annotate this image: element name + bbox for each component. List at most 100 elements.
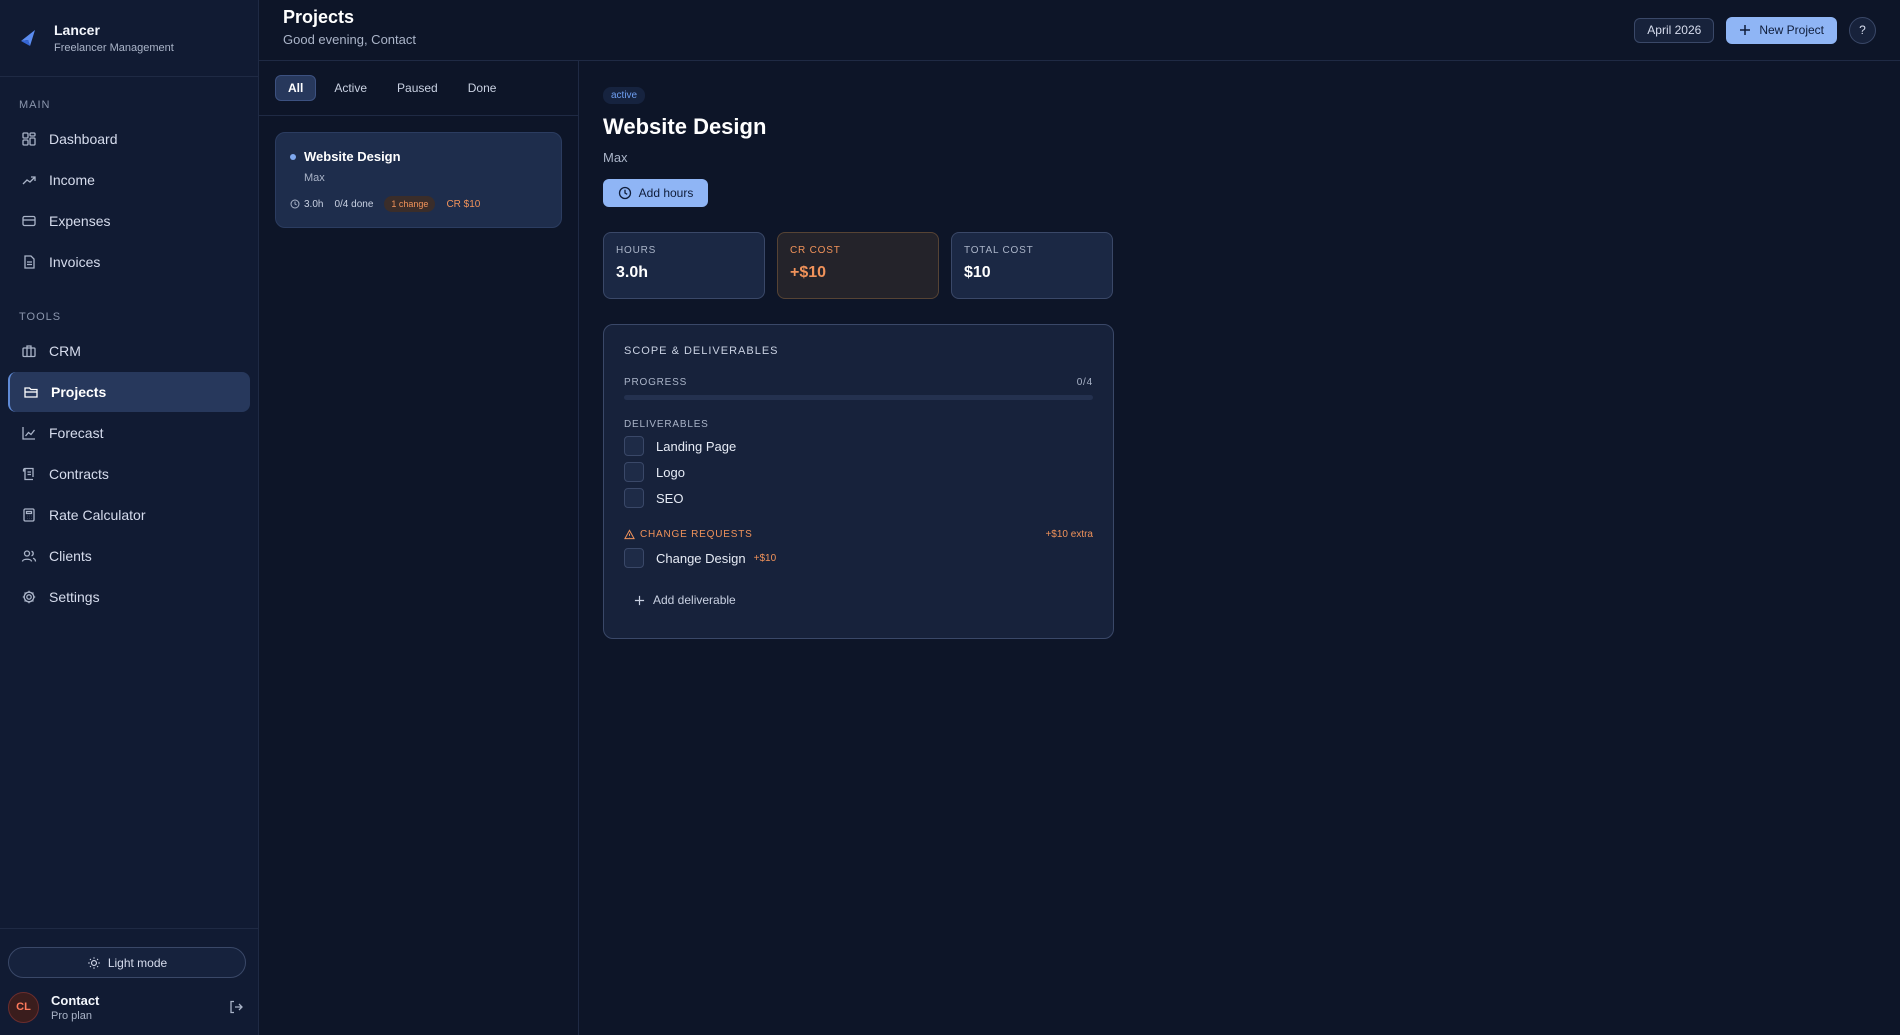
deliverable-item: SEO bbox=[624, 488, 1093, 508]
help-button[interactable]: ? bbox=[1849, 16, 1876, 44]
warning-icon bbox=[624, 529, 635, 540]
sidebar-item-dashboard[interactable]: Dashboard bbox=[8, 119, 250, 159]
tab-active[interactable]: Active bbox=[322, 75, 379, 101]
sidebar-item-label: Expenses bbox=[49, 213, 111, 229]
user-name: Contact bbox=[51, 992, 100, 1008]
topbar: Projects Good evening, Contact April 202… bbox=[259, 0, 1900, 61]
add-hours-button[interactable]: Add hours bbox=[603, 179, 708, 207]
deliverables-label: DELIVERABLES bbox=[624, 419, 709, 430]
gear-icon bbox=[21, 589, 37, 605]
user-plan: Pro plan bbox=[51, 1009, 92, 1022]
project-detail: active Website Design Max Add hours HOUR… bbox=[579, 61, 1900, 1035]
change-request-cost: +$10 bbox=[753, 552, 777, 564]
change-requests-label: CHANGE REQUESTS bbox=[640, 529, 753, 540]
stat-cr-cost: CR COST +$10 bbox=[777, 232, 939, 299]
sidebar-item-income[interactable]: Income bbox=[8, 160, 250, 200]
status-dot bbox=[290, 153, 296, 160]
scroll-icon bbox=[21, 466, 37, 482]
deliverable-item: Landing Page bbox=[624, 436, 1093, 456]
sidebar-item-expenses[interactable]: Expenses bbox=[8, 201, 250, 241]
new-project-label: New Project bbox=[1759, 23, 1824, 37]
project-client: Max bbox=[603, 150, 628, 165]
main-area: Projects Good evening, Contact April 202… bbox=[259, 0, 1900, 1035]
project-card-done: 0/4 done bbox=[334, 198, 374, 210]
card-icon bbox=[21, 213, 37, 229]
sun-icon bbox=[88, 956, 100, 969]
light-mode-label: Light mode bbox=[107, 955, 168, 970]
sidebar: Lancer Freelancer Management MAIN Dashbo… bbox=[0, 0, 259, 1035]
add-hours-label: Add hours bbox=[638, 186, 694, 200]
progress-label: PROGRESS bbox=[624, 377, 688, 388]
stats-row: HOURS 3.0h CR COST +$10 TOTAL COST $10 bbox=[603, 232, 1876, 299]
stat-label: HOURS bbox=[616, 245, 657, 256]
sidebar-item-crm[interactable]: CRM bbox=[8, 331, 250, 371]
deliverable-label: SEO bbox=[656, 490, 684, 506]
line-chart-icon bbox=[21, 425, 37, 441]
logout-icon[interactable] bbox=[228, 999, 244, 1015]
tab-paused[interactable]: Paused bbox=[385, 75, 450, 101]
page-title: Projects bbox=[283, 7, 355, 27]
deliverable-checkbox[interactable] bbox=[624, 436, 644, 456]
project-card-client: Max bbox=[304, 172, 325, 184]
change-requests-header: CHANGE REQUESTS +$10 extra bbox=[624, 529, 1093, 540]
deliverables-list: Landing Page Logo SEO bbox=[624, 436, 1093, 508]
deliverable-label: Landing Page bbox=[656, 438, 737, 454]
sidebar-item-label: CRM bbox=[49, 343, 81, 359]
sidebar-item-invoices[interactable]: Invoices bbox=[8, 242, 250, 282]
brand-subtitle: Freelancer Management bbox=[54, 42, 174, 54]
project-card-title: Website Design bbox=[304, 149, 401, 164]
sidebar-item-projects[interactable]: Projects bbox=[8, 372, 250, 412]
deliverable-checkbox[interactable] bbox=[624, 462, 644, 482]
sidebar-item-label: Settings bbox=[49, 589, 100, 605]
content: All Active Paused Done Website Design Ma… bbox=[259, 61, 1900, 1035]
sidebar-item-contracts[interactable]: Contracts bbox=[8, 454, 250, 494]
dashboard-icon bbox=[21, 131, 37, 147]
add-deliverable-label: Add deliverable bbox=[653, 593, 736, 607]
sidebar-item-label: Income bbox=[49, 172, 95, 188]
deliverable-checkbox[interactable] bbox=[624, 488, 644, 508]
change-request-item: Change Design +$10 bbox=[624, 548, 1093, 568]
clock-icon bbox=[290, 199, 300, 209]
folder-icon bbox=[23, 384, 39, 400]
stat-label: CR COST bbox=[790, 245, 841, 256]
project-card-hours: 3.0h bbox=[304, 198, 324, 210]
change-badge: 1 change bbox=[384, 196, 436, 212]
deliverable-item: Logo bbox=[624, 462, 1093, 482]
sidebar-footer: Light mode CL Contact Pro plan bbox=[0, 928, 258, 1035]
scope-title: SCOPE & DELIVERABLES bbox=[624, 345, 779, 357]
project-title: Website Design bbox=[603, 114, 767, 139]
sidebar-item-settings[interactable]: Settings bbox=[8, 577, 250, 617]
light-mode-toggle[interactable]: Light mode bbox=[8, 947, 246, 978]
tab-done[interactable]: Done bbox=[456, 75, 509, 101]
sidebar-item-label: Projects bbox=[51, 384, 107, 400]
sidebar-item-label: Invoices bbox=[49, 254, 101, 270]
nav-section-main: MAIN bbox=[19, 99, 51, 111]
sidebar-item-label: Dashboard bbox=[49, 131, 118, 147]
sidebar-item-clients[interactable]: Clients bbox=[8, 536, 250, 576]
project-card-website-design[interactable]: Website Design Max 3.0h 0/4 done 1 chang… bbox=[275, 132, 562, 228]
plus-icon bbox=[634, 595, 645, 605]
stat-total-cost: TOTAL COST $10 bbox=[951, 232, 1113, 299]
change-requests-extra: +$10 extra bbox=[1045, 529, 1093, 540]
progress-bar bbox=[624, 395, 1093, 400]
tab-all[interactable]: All bbox=[275, 75, 317, 101]
brand-name: Lancer bbox=[54, 22, 100, 38]
clock-icon bbox=[618, 186, 631, 200]
stat-value: 3.0h bbox=[616, 264, 649, 281]
avatar: CL bbox=[8, 991, 39, 1023]
change-request-label: Change Design bbox=[656, 550, 746, 566]
sidebar-item-rate-calculator[interactable]: Rate Calculator bbox=[8, 495, 250, 535]
project-list-panel: All Active Paused Done Website Design Ma… bbox=[259, 61, 579, 1035]
sidebar-item-label: Contracts bbox=[49, 466, 109, 482]
new-project-button[interactable]: New Project bbox=[1726, 16, 1837, 44]
change-request-checkbox[interactable] bbox=[624, 548, 644, 568]
sidebar-item-forecast[interactable]: Forecast bbox=[8, 413, 250, 453]
add-deliverable-button[interactable]: Add deliverable bbox=[634, 593, 1093, 607]
user-profile[interactable]: CL Contact Pro plan bbox=[8, 990, 244, 1024]
month-selector[interactable]: April 2026 bbox=[1634, 17, 1715, 43]
plus-icon bbox=[1740, 25, 1751, 35]
brand[interactable]: Lancer Freelancer Management bbox=[0, 0, 258, 77]
trending-up-icon bbox=[21, 172, 37, 188]
scope-card: SCOPE & DELIVERABLES PROGRESS 0/4 DELIVE… bbox=[603, 324, 1114, 639]
document-icon bbox=[21, 254, 37, 270]
